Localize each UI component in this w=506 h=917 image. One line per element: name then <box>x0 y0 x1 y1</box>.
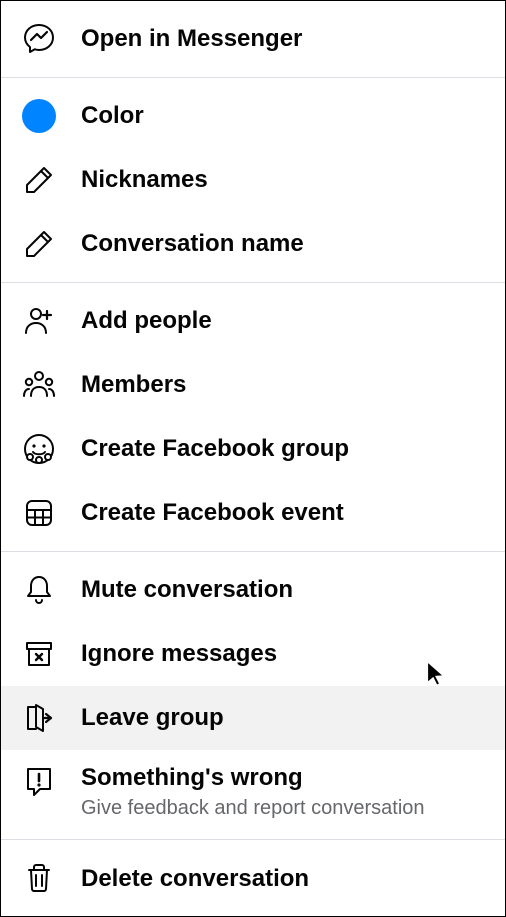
menu-section: Color Nicknames Conversation name <box>1 78 505 283</box>
menu-item-add-people[interactable]: Add people <box>1 289 505 353</box>
smiley-group-icon <box>19 429 59 469</box>
menu-item-text: Add people <box>81 301 212 341</box>
messenger-icon <box>19 19 59 59</box>
menu-item-text: Something's wrongGive feedback and repor… <box>81 762 425 821</box>
menu-item-wrong[interactable]: Something's wrongGive feedback and repor… <box>1 750 505 833</box>
trash-icon <box>19 858 59 898</box>
menu-item-text: Conversation name <box>81 224 304 264</box>
menu-item-sublabel: Give feedback and report conversation <box>81 795 425 821</box>
menu-item-text: Members <box>81 365 186 405</box>
menu-item-label: Open in Messenger <box>81 23 302 54</box>
menu-item-nicknames[interactable]: Nicknames <box>1 148 505 212</box>
menu-item-text: Ignore messages <box>81 634 277 674</box>
menu-item-text: Leave group <box>81 698 224 738</box>
menu-item-label: Members <box>81 369 186 400</box>
menu-item-label: Color <box>81 100 144 131</box>
menu-item-color[interactable]: Color <box>1 84 505 148</box>
add-person-icon <box>19 301 59 341</box>
menu-item-leave[interactable]: Leave group <box>1 686 505 750</box>
menu-item-members[interactable]: Members <box>1 353 505 417</box>
color-dot-icon <box>19 96 59 136</box>
menu-item-conv-name[interactable]: Conversation name <box>1 212 505 276</box>
calendar-icon <box>19 493 59 533</box>
leave-icon <box>19 698 59 738</box>
menu-item-label: Add people <box>81 305 212 336</box>
menu-item-delete[interactable]: Delete conversation <box>1 846 505 910</box>
conversation-settings-menu: Open in Messenger Color Nicknames Conversat… <box>0 0 506 917</box>
menu-item-text: Color <box>81 96 144 136</box>
members-icon <box>19 365 59 405</box>
menu-item-label: Nicknames <box>81 164 208 195</box>
menu-item-label: Create Facebook event <box>81 497 344 528</box>
menu-item-label: Mute conversation <box>81 574 293 605</box>
menu-item-create-event[interactable]: Create Facebook event <box>1 481 505 545</box>
menu-item-open-messenger[interactable]: Open in Messenger <box>1 7 505 71</box>
menu-item-text: Mute conversation <box>81 570 293 610</box>
bell-icon <box>19 570 59 610</box>
menu-item-label: Delete conversation <box>81 863 309 894</box>
warning-icon <box>19 762 59 802</box>
archive-x-icon <box>19 634 59 674</box>
menu-item-text: Create Facebook event <box>81 493 344 533</box>
menu-item-create-group[interactable]: Create Facebook group <box>1 417 505 481</box>
menu-item-label: Conversation name <box>81 228 304 259</box>
menu-section: Open in Messenger <box>1 1 505 78</box>
menu-item-label: Something's wrong <box>81 762 425 793</box>
menu-item-text: Nicknames <box>81 160 208 200</box>
menu-item-text: Open in Messenger <box>81 19 302 59</box>
menu-item-mute[interactable]: Mute conversation <box>1 558 505 622</box>
menu-section: Delete conversation <box>1 840 505 916</box>
menu-item-label: Ignore messages <box>81 638 277 669</box>
menu-section: Mute conversation Ignore messages Leave gr… <box>1 552 505 840</box>
menu-item-text: Delete conversation <box>81 858 309 898</box>
pencil-icon <box>19 224 59 264</box>
menu-item-text: Create Facebook group <box>81 429 349 469</box>
menu-section: Add people Members Create Facebook group Cr… <box>1 283 505 552</box>
menu-item-label: Create Facebook group <box>81 433 349 464</box>
menu-item-label: Leave group <box>81 702 224 733</box>
menu-item-ignore[interactable]: Ignore messages <box>1 622 505 686</box>
pencil-icon <box>19 160 59 200</box>
